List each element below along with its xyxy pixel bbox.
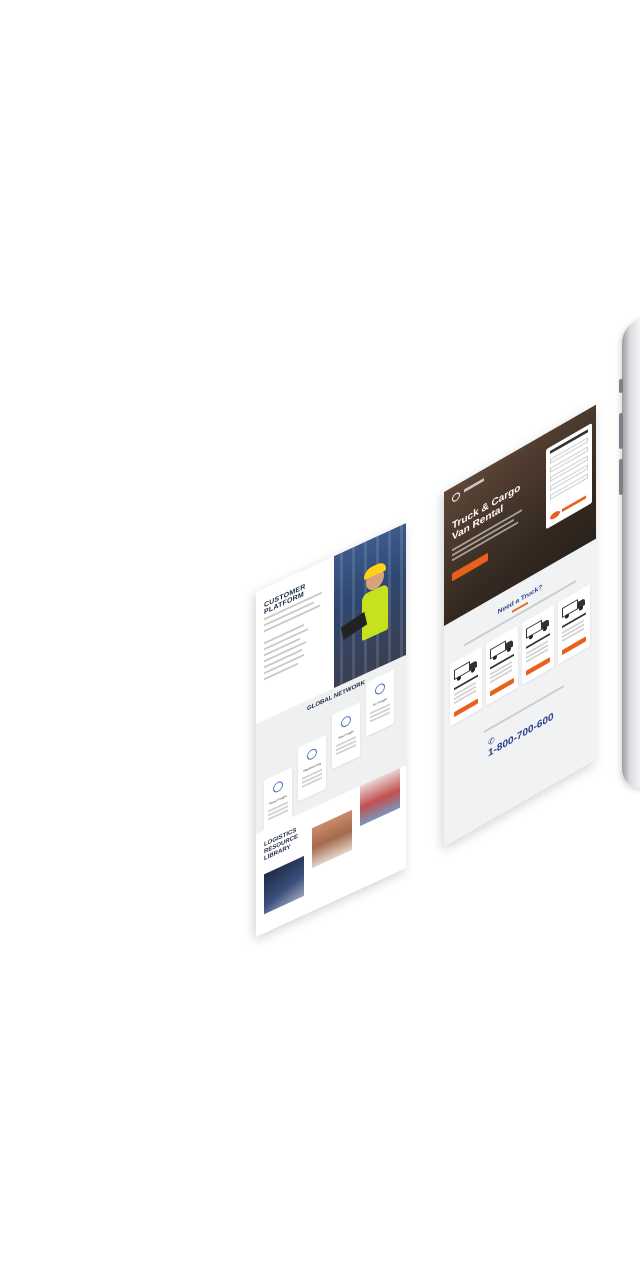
mute-switch — [619, 378, 623, 394]
plane-icon — [375, 681, 385, 697]
network-card[interactable]: Sea Freight — [332, 702, 360, 770]
warehouse-icon — [307, 746, 317, 762]
truck-card[interactable] — [522, 604, 554, 686]
volume-down-button — [619, 458, 623, 496]
network-card[interactable]: Air Freight — [366, 669, 394, 737]
truck-card[interactable] — [486, 625, 518, 706]
network-card[interactable]: Warehousing — [298, 734, 326, 802]
volume-up-button — [619, 412, 623, 450]
smartphone-device — [619, 315, 640, 791]
truck-photo-thumbnail[interactable] — [264, 855, 304, 915]
truck-card[interactable] — [450, 646, 482, 727]
customer-platform-page: CUSTOMER PLATFORM GLOBAL NETWORK Road Fr… — [256, 523, 406, 937]
call-icon[interactable] — [550, 509, 560, 522]
truck-rental-page: Truck & Cargo Van Rental Need a Truck? ✆… — [444, 404, 596, 847]
truck-card[interactable] — [558, 584, 590, 665]
truck-icon — [273, 779, 283, 795]
mockup-stage: CUSTOMER PLATFORM GLOBAL NETWORK Road Fr… — [0, 0, 640, 1280]
phone-number-link[interactable]: 1-800-700-600 — [488, 703, 568, 760]
ship-icon — [341, 714, 351, 729]
